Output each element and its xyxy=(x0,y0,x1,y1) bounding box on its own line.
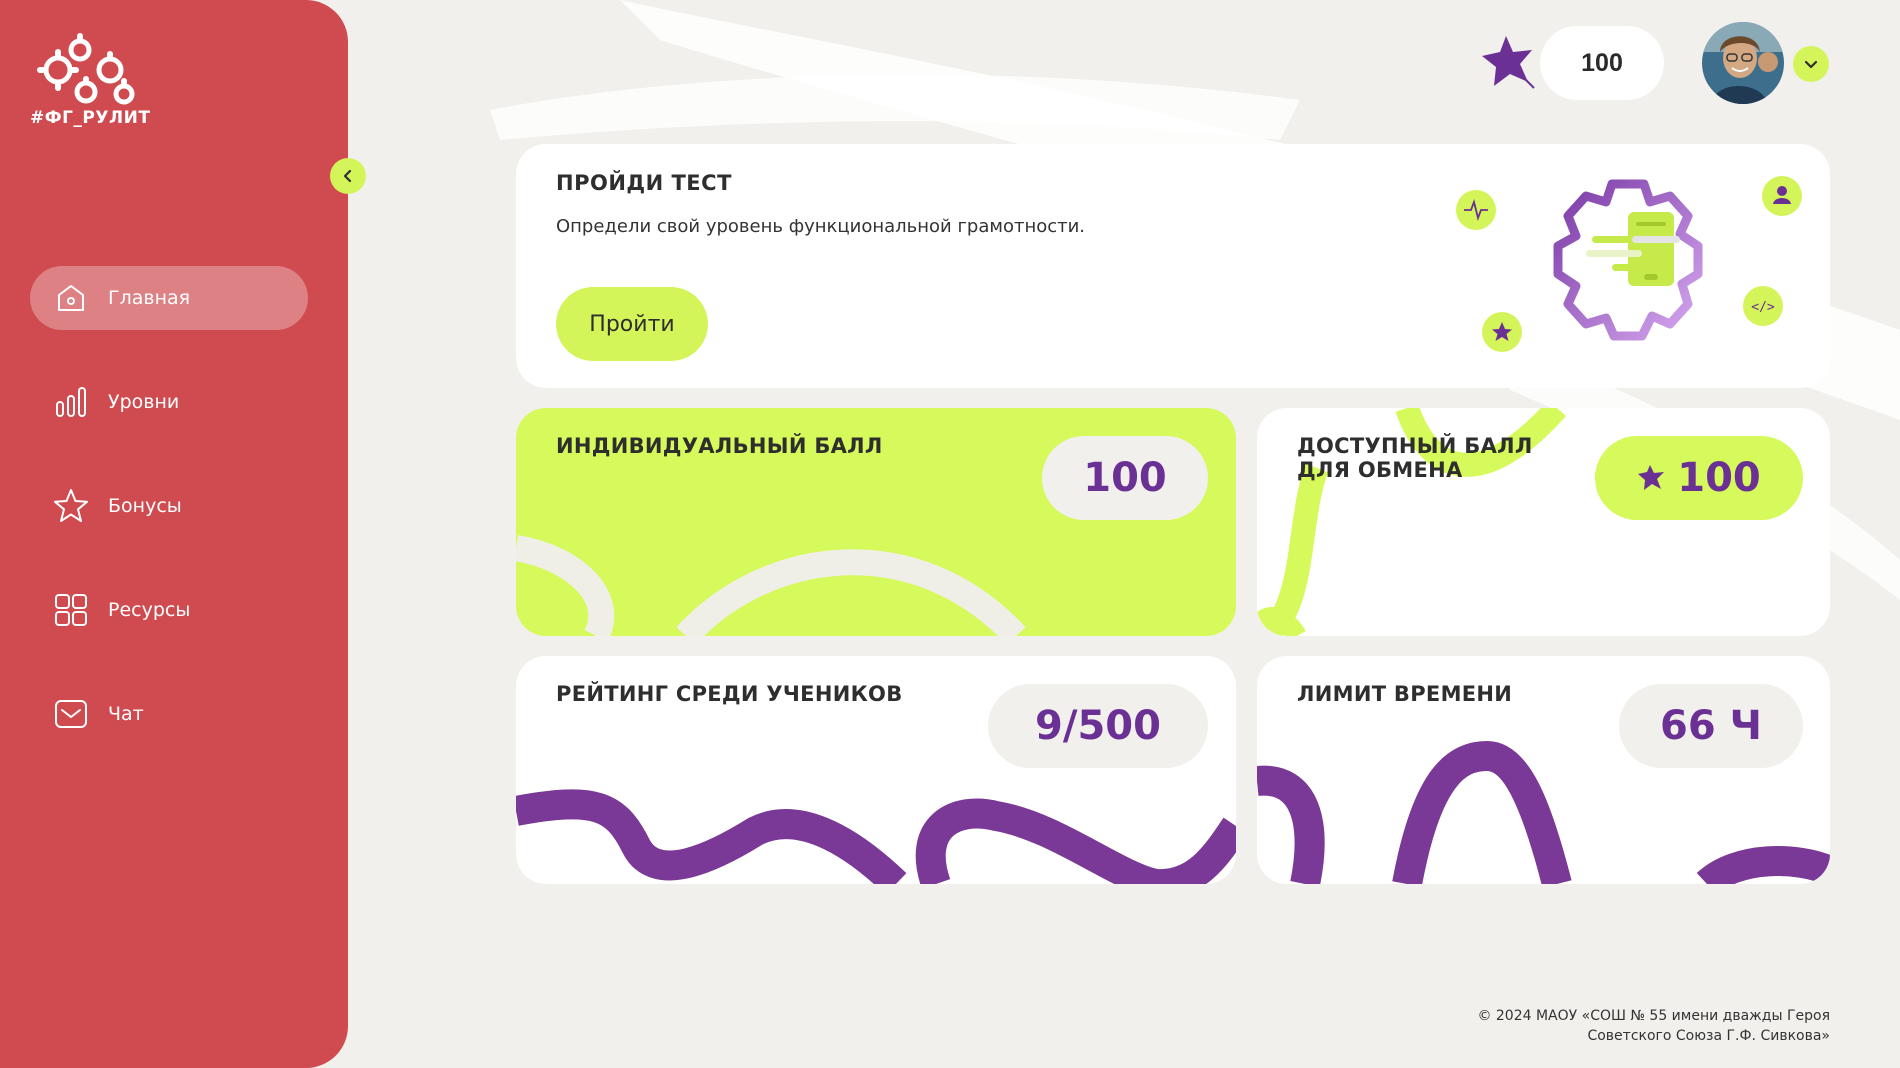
points-counter: 100 xyxy=(1540,26,1664,100)
chat-icon xyxy=(52,695,90,733)
exchange-score-title: ДОСТУПНЫЙ БАЛЛ ДЛЯ ОБМЕНА xyxy=(1297,434,1533,482)
sidebar-item-chat[interactable]: Чат xyxy=(30,682,308,746)
exchange-title-line1: ДОСТУПНЫЙ БАЛЛ xyxy=(1297,434,1533,458)
profile-menu-button[interactable] xyxy=(1793,46,1829,82)
logo-text: #ФГ_РУЛИТ xyxy=(30,108,151,128)
points-star-icon xyxy=(1482,36,1535,89)
footer-line2: Советского Союза Г.Ф. Сивкова» xyxy=(1587,1028,1830,1044)
sidebar-nav: Главная Уровни Бонусы Ресурсы Чат xyxy=(30,266,308,786)
sidebar-item-home[interactable]: Главная xyxy=(30,266,308,330)
time-limit-card: ЛИМИТ ВРЕМЕНИ 66 Ч xyxy=(1257,656,1830,884)
test-illustration: </> xyxy=(1456,176,1802,352)
individual-score-card: ИНДИВИДУАЛЬНЫЙ БАЛЛ 100 xyxy=(516,408,1236,636)
avatar[interactable] xyxy=(1702,22,1784,104)
exchange-score-card: ДОСТУПНЫЙ БАЛЛ ДЛЯ ОБМЕНА 100 xyxy=(1257,408,1830,636)
levels-bar-icon xyxy=(52,383,90,421)
chevron-down-icon xyxy=(1804,60,1818,69)
sidebar-item-resources[interactable]: Ресурсы xyxy=(30,578,308,642)
sidebar-item-label: Чат xyxy=(108,703,144,725)
exchange-title-line2: ДЛЯ ОБМЕНА xyxy=(1297,458,1463,482)
home-icon xyxy=(52,279,90,317)
test-card-title: ПРОЙДИ ТЕСТ xyxy=(556,171,732,195)
star-icon xyxy=(1638,465,1665,490)
sidebar-item-levels[interactable]: Уровни xyxy=(30,370,308,434)
start-test-button[interactable]: Пройти xyxy=(556,287,708,361)
sidebar: #ФГ_РУЛИТ Главная Уровни Бонусы Ресурсы … xyxy=(0,0,348,1068)
chevron-left-icon xyxy=(343,169,352,183)
sidebar-item-label: Уровни xyxy=(108,391,180,413)
footer-line1: © 2024 МАОУ «СОШ № 55 имени дважды Героя xyxy=(1477,1008,1830,1024)
sidebar-item-label: Главная xyxy=(108,287,191,309)
individual-score-value: 100 xyxy=(1042,436,1208,520)
page: #ФГ_РУЛИТ Главная Уровни Бонусы Ресурсы … xyxy=(0,0,1900,1068)
sidebar-collapse-button[interactable] xyxy=(330,158,366,194)
time-limit-value: 66 Ч xyxy=(1619,684,1803,768)
test-card: ПРОЙДИ ТЕСТ Определи свой уровень функци… xyxy=(516,144,1830,388)
time-limit-title: ЛИМИТ ВРЕМЕНИ xyxy=(1297,682,1513,706)
svg-text:</>: </> xyxy=(1751,300,1775,315)
footer: © 2024 МАОУ «СОШ № 55 имени дважды Героя… xyxy=(1477,1006,1830,1046)
test-card-description: Определи свой уровень функциональной гра… xyxy=(556,216,1086,237)
exchange-score-value: 100 xyxy=(1677,455,1761,501)
individual-score-title: ИНДИВИДУАЛЬНЫЙ БАЛЛ xyxy=(556,434,883,458)
sidebar-item-label: Ресурсы xyxy=(108,599,191,621)
rating-card: РЕЙТИНГ СРЕДИ УЧЕНИКОВ 9/500 xyxy=(516,656,1236,884)
exchange-score-pill: 100 xyxy=(1595,436,1803,520)
rating-value: 9/500 xyxy=(988,684,1208,768)
sidebar-item-label: Бонусы xyxy=(108,495,182,517)
star-icon xyxy=(52,487,90,525)
sidebar-item-bonuses[interactable]: Бонусы xyxy=(30,474,308,538)
rating-title: РЕЙТИНГ СРЕДИ УЧЕНИКОВ xyxy=(556,682,903,706)
grid-icon xyxy=(52,591,90,629)
